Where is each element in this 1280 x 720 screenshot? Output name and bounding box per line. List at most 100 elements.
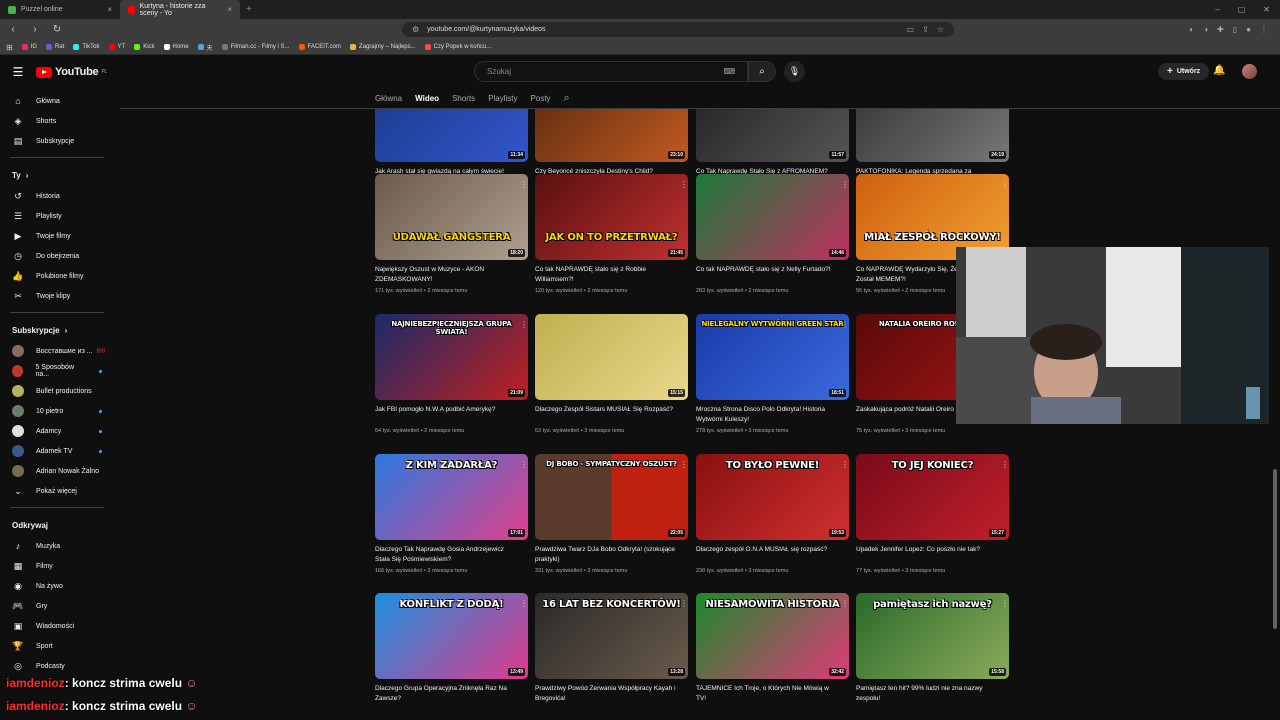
bookmark-item[interactable]: Czy Popek w końcu... — [424, 44, 491, 50]
sidebar-icon[interactable]: ▯ — [1233, 25, 1237, 34]
video-card[interactable]: NIELEGALNY WYTWÓRNI GREEN STAR 18:51 Mrocz… — [696, 314, 849, 434]
sidebar-subscription[interactable]: 5 Sposobów na... — [0, 361, 116, 381]
close-icon[interactable]: × — [107, 5, 112, 14]
bookmark-item[interactable]: FACEIT.com — [298, 44, 341, 50]
sidebar-subscription[interactable]: 10 pietro — [0, 401, 116, 421]
browser-tab[interactable]: Puzzel online × — [0, 0, 120, 19]
tab-główna[interactable]: Główna — [375, 94, 402, 103]
more-actions-icon[interactable]: ⋮ — [841, 599, 849, 608]
video-title[interactable]: TAJEMNICE Ich Troje, o Których Nie Mówią… — [696, 684, 849, 704]
bookmark-star-icon[interactable]: ☆ — [937, 25, 944, 34]
menu-icon[interactable]: ⋮ — [1260, 25, 1268, 34]
sidebar-item[interactable]: 👍 Polubione filmy — [0, 266, 116, 286]
keyboard-icon[interactable]: ⌨ — [723, 67, 735, 76]
apps-icon[interactable]: ⊞ — [6, 43, 13, 52]
reload-icon[interactable]: ↻ — [50, 24, 64, 35]
video-thumbnail[interactable]: NAJNIEBEZPIECZNIEJSZA GRUPA ŚWIATA! 21:09 — [375, 314, 528, 400]
video-thumbnail[interactable]: 11:57 — [696, 109, 849, 162]
bookmark-item[interactable]: Filman.cc - Filmy i S... — [221, 44, 290, 50]
video-thumbnail[interactable]: TO BYŁO PEWNE! 19:53 — [696, 454, 849, 540]
extension-icon[interactable]: ◑ — [1203, 25, 1208, 34]
video-thumbnail[interactable]: 14:46 — [696, 174, 849, 260]
tab-wideo[interactable]: Wideo — [415, 94, 439, 103]
extensions-puzzle-icon[interactable]: ✚ — [1217, 25, 1224, 34]
back-icon[interactable]: ‹ — [6, 24, 20, 35]
video-thumbnail[interactable]: pamiętasz ich nazwę? 15:58 — [856, 593, 1009, 679]
video-title[interactable]: Prawdziwy Powód Zerwania Współpracy Kaya… — [535, 684, 688, 704]
video-title[interactable]: Mroczna Strona Disco Polo Odkryta! Histo… — [696, 405, 849, 425]
bookmark-item[interactable]: Home — [163, 44, 189, 50]
video-card[interactable]: NAJNIEBEZPIECZNIEJSZA GRUPA ŚWIATA! 21:09… — [375, 314, 528, 434]
youtube-logo[interactable]: YouTube PL — [36, 66, 107, 78]
bookmark-item[interactable]: YT — [108, 44, 125, 50]
video-title[interactable]: Dlaczego Grupa Operacyjna Zniknęła Raz N… — [375, 684, 528, 704]
maximize-icon[interactable]: ▢ — [1238, 5, 1246, 14]
video-title[interactable]: Prawdziwa Twarz DJa Bobo Odkryta! (szoku… — [535, 545, 688, 565]
video-thumbnail[interactable]: UDAWAŁ GANGSTERA 18:20 — [375, 174, 528, 260]
sidebar-item[interactable]: ◉ Na żywo — [0, 576, 116, 596]
video-thumbnail[interactable]: 11:34 — [375, 109, 528, 162]
show-more-button[interactable]: ⌄ Pokaż więcej — [0, 481, 116, 501]
sidebar-item[interactable]: ♪ Muzyka — [0, 536, 116, 556]
site-settings-icon[interactable]: ⚙ — [412, 25, 419, 34]
video-card[interactable]: 15:15 Dlaczego Zespół Sistars MUSIAŁ Się … — [535, 314, 688, 434]
video-card[interactable]: KONFLIKT Z DODĄ! 13:49 Dlaczego Grupa Oper… — [375, 593, 528, 704]
bookmark-item[interactable]: IG — [21, 44, 37, 50]
more-actions-icon[interactable]: ⋮ — [520, 460, 528, 469]
sidebar-item[interactable]: ✂ Twoje klipy — [0, 286, 116, 306]
sidebar-item[interactable]: ▦ Filmy — [0, 556, 116, 576]
tab-shorts[interactable]: Shorts — [452, 94, 475, 103]
profile-icon[interactable]: ● — [1246, 25, 1251, 34]
more-actions-icon[interactable]: ⋮ — [1001, 460, 1009, 469]
video-thumbnail[interactable]: JAK ON TO PRZETRWAŁ? 21:45 — [535, 174, 688, 260]
video-title[interactable]: Pamiętasz ten hit? 99% ludzi nie zna naz… — [856, 684, 1009, 704]
more-actions-icon[interactable]: ⋮ — [1001, 180, 1009, 189]
tab-playlisty[interactable]: Playlisty — [488, 94, 517, 103]
video-card[interactable]: NIESAMOWITA HISTORIA 32:42 TAJEMNICE Ich T… — [696, 593, 849, 704]
video-thumbnail[interactable]: PAKTOFONIKA24:19 — [856, 109, 1009, 162]
more-actions-icon[interactable]: ⋮ — [841, 180, 849, 189]
sidebar-item[interactable]: ⌂ Główna — [0, 91, 116, 111]
tab-posty[interactable]: Posty — [531, 94, 551, 103]
sidebar-item[interactable]: ◎ Podcasty — [0, 656, 116, 676]
video-thumbnail[interactable]: NIELEGALNY WYTWÓRNI GREEN STAR 18:51 — [696, 314, 849, 400]
sidebar-item[interactable]: 🎮 Gry — [0, 596, 116, 616]
sidebar-section-you[interactable]: Ty › — [0, 164, 116, 186]
sidebar-item[interactable]: ◈ Shorts — [0, 111, 116, 131]
more-actions-icon[interactable]: ⋮ — [520, 180, 528, 189]
share-icon[interactable]: ⇪ — [922, 25, 929, 34]
sidebar-section-subscriptions[interactable]: Subskrypcje › — [0, 319, 116, 341]
video-card[interactable]: TO JEJ KONIEC? 15:27 Upadek Jennifer Lopez… — [856, 454, 1009, 574]
video-thumbnail[interactable]: 16 LAT BEZ KONCERTÓW! 13:28 — [535, 593, 688, 679]
voice-search-button[interactable]: 🎙 — [784, 61, 805, 82]
sidebar-item[interactable]: ↺ Historia — [0, 186, 116, 206]
new-tab-icon[interactable]: + — [240, 4, 258, 15]
notifications-bell-icon[interactable]: 🔔 — [1213, 65, 1225, 76]
video-card[interactable]: 14:46 Co tak NAPRAWDĘ stało się z Nelly F… — [696, 174, 849, 294]
video-thumbnail[interactable]: 15:15 — [535, 314, 688, 400]
more-actions-icon[interactable]: ⋮ — [680, 599, 688, 608]
video-title[interactable]: Dlaczego Tak Naprawdę Gosia Andrzejewicz… — [375, 545, 528, 565]
more-actions-icon[interactable]: ⋮ — [1001, 599, 1009, 608]
video-card[interactable]: pamiętasz ich nazwę? 15:58 Pamiętasz ten h… — [856, 593, 1009, 704]
extension-icon[interactable]: ◐ — [1189, 25, 1194, 34]
url-field[interactable]: ⚙ youtube.com/@kurtynamuzyka/videos ▭ ⇪ … — [402, 22, 954, 37]
video-card[interactable]: DJ BOBO - SYMPATYCZNY OSZUST? 22:05 Prawdz… — [535, 454, 688, 574]
sidebar-subscription[interactable]: Adamek TV — [0, 441, 116, 461]
video-thumbnail[interactable]: 23:10 — [535, 109, 688, 162]
video-card[interactable]: UDAWAŁ GANGSTERA 18:20 Największy Oszust w… — [375, 174, 528, 294]
install-icon[interactable]: ▭ — [907, 25, 915, 34]
page-scrollbar[interactable] — [1273, 89, 1278, 720]
close-window-icon[interactable]: ✕ — [1263, 5, 1270, 14]
more-actions-icon[interactable]: ⋮ — [680, 460, 688, 469]
sidebar-item[interactable]: ▣ Wiadomości — [0, 616, 116, 636]
minimize-icon[interactable]: – — [1215, 5, 1219, 14]
forward-icon[interactable]: › — [28, 24, 42, 35]
bookmark-item[interactable]: Rat — [46, 44, 64, 50]
more-actions-icon[interactable]: ⋮ — [680, 320, 688, 329]
sidebar-item[interactable]: ◷ Do obejrzenia — [0, 246, 116, 266]
close-icon[interactable]: × — [227, 5, 232, 14]
more-actions-icon[interactable]: ⋮ — [520, 599, 528, 608]
video-title[interactable]: Co tak NAPRAWDĘ stało się z Robbie Willi… — [535, 265, 688, 285]
video-title[interactable]: Co tak NAPRAWDĘ stało się z Nelly Furtad… — [696, 265, 849, 285]
